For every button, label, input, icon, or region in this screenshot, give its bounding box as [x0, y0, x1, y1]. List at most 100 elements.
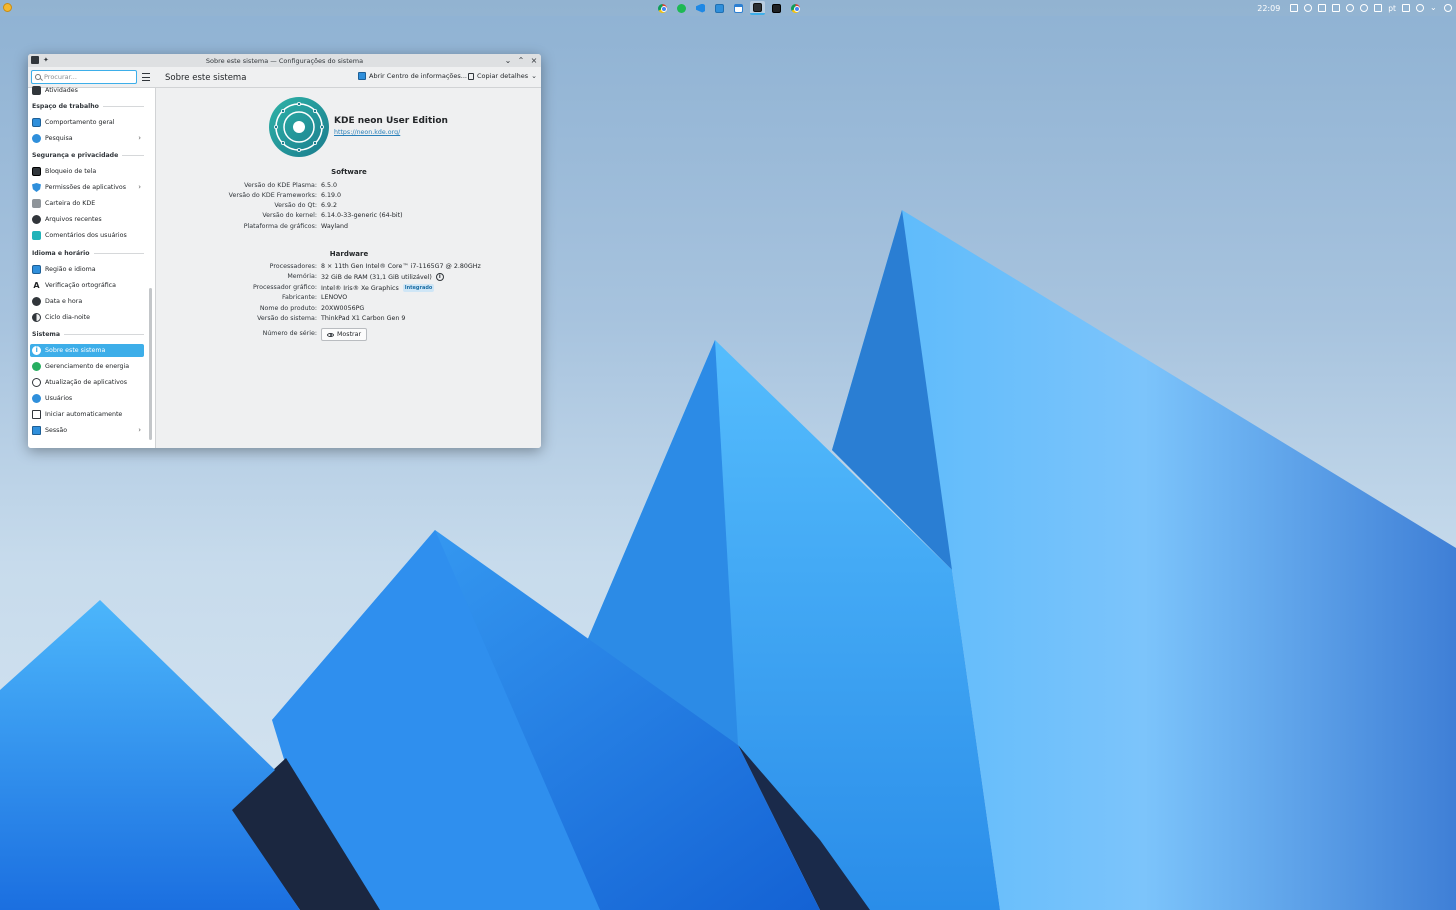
spell-check-icon: A [33, 281, 40, 290]
app-launcher-button[interactable] [3, 3, 13, 13]
sidebar-item-date-time[interactable]: Data e hora [30, 295, 144, 308]
copy-icon [468, 72, 474, 80]
distro-name: KDE neon User Edition [334, 116, 448, 126]
section-heading: Segurança e privacidade [32, 152, 119, 159]
window-titlebar[interactable]: ✦ Sobre este sistema — Configurações do … [28, 54, 541, 67]
task-vscode[interactable] [693, 1, 708, 15]
row-value: 8 × 11th Gen Intel® Core™ i7-1165G7 @ 2.… [321, 263, 481, 270]
sidebar-scrollbar[interactable] [149, 288, 152, 440]
terminal-icon [772, 3, 781, 13]
search-settings-icon [32, 134, 41, 143]
recent-files-icon [32, 215, 41, 224]
chevron-right-icon: › [138, 426, 141, 434]
close-button[interactable]: × [530, 55, 538, 65]
row-value: 6.9.2 [321, 202, 338, 209]
info-center-icon [358, 72, 366, 80]
sidebar-item-label: Usuários [45, 395, 73, 402]
sidebar-item-label: Bloqueio de tela [45, 168, 97, 175]
sidebar-item-app-permissions[interactable]: Permissões de aplicativos › [30, 181, 144, 194]
eye-icon [327, 332, 334, 337]
sidebar-item-recent-files[interactable]: Arquivos recentes [30, 213, 144, 226]
sidebar-item-label: Carteira do KDE [45, 200, 96, 207]
chevron-down-icon[interactable]: ⌄ [1430, 4, 1438, 12]
distro-url-link[interactable]: https://neon.kde.org/ [334, 129, 400, 136]
brightness-icon[interactable] [1360, 4, 1369, 12]
sidebar-item-spell-check[interactable]: A Verificação ortográfica [30, 279, 144, 292]
sidebar-item-label: Sessão [45, 427, 68, 434]
section-heading: Sistema [32, 331, 61, 338]
integrated-badge: Integrado [402, 284, 435, 292]
keyboard-layout[interactable]: pt [1388, 4, 1396, 13]
task-chrome-2[interactable] [788, 1, 803, 15]
sidebar-item-general-behavior[interactable]: Comportamento geral [30, 116, 144, 129]
kde-neon-logo [269, 97, 329, 157]
clipboard-icon[interactable] [1318, 4, 1327, 12]
sidebar-item-day-night-cycle[interactable]: Ciclo dia-noite [30, 311, 144, 324]
sidebar-item-about-system[interactable]: Sobre este sistema [30, 344, 144, 357]
battery-icon[interactable] [1332, 4, 1341, 12]
row-key: Versão do sistema: [257, 315, 317, 322]
sidebar-item-screen-lock[interactable]: Bloqueio de tela [30, 165, 144, 178]
sidebar-item-label: Arquivos recentes [45, 216, 102, 223]
sidebar-item-label: Ciclo dia-noite [45, 314, 91, 321]
copy-details-button[interactable]: Copiar detalhes ⌄ [468, 72, 537, 80]
task-system-settings[interactable] [750, 1, 765, 15]
task-window[interactable] [712, 1, 727, 15]
sidebar-item-autostart[interactable]: Iniciar automaticamente [30, 408, 144, 421]
window-title: Sobre este sistema — Configurações do si… [205, 56, 364, 65]
sidebar-item-user-feedback[interactable]: Comentários dos usuários [30, 229, 144, 242]
task-spotify[interactable] [674, 1, 689, 15]
pin-icon[interactable]: ✦ [43, 56, 49, 64]
sidebar-item-power-management[interactable]: Gerenciamento de energia [30, 360, 144, 373]
sidebar-item-session[interactable]: Sessão › [30, 424, 144, 437]
weather-icon[interactable] [1304, 4, 1313, 12]
day-night-icon [32, 313, 41, 322]
chevron-right-icon: › [138, 183, 141, 191]
open-info-center-label: Abrir Centro de informações... [369, 72, 467, 80]
wifi-icon[interactable] [1416, 4, 1424, 12]
volume-icon[interactable] [1402, 4, 1410, 12]
row-key: Versão do Qt: [274, 202, 317, 209]
sidebar: Atividades Espaço de trabalho Comportame… [28, 86, 156, 448]
open-info-center-button[interactable]: Abrir Centro de informações... [358, 72, 467, 80]
task-terminal[interactable] [769, 1, 784, 15]
sidebar-item-label: Sobre este sistema [45, 347, 106, 354]
task-chrome[interactable] [655, 1, 670, 15]
sidebar-item-activities[interactable]: Atividades [30, 84, 144, 97]
bluetooth-icon[interactable] [1346, 4, 1355, 12]
session-icon [32, 426, 41, 435]
hardware-heading: Hardware [329, 250, 369, 258]
sidebar-item-label: Atualização de aplicativos [45, 379, 127, 386]
minimize-button[interactable]: ⌄ [504, 55, 512, 65]
window-menu-icon[interactable] [31, 56, 39, 64]
row-processors: Processadores: 8 × 11th Gen Intel® Core™… [157, 263, 541, 273]
chrome-icon [658, 3, 667, 13]
sidebar-item-region-language[interactable]: Região e idioma [30, 263, 144, 276]
maximize-button[interactable]: ⌃ [517, 55, 525, 65]
display-icon[interactable] [1290, 4, 1299, 12]
sidebar-item-search[interactable]: Pesquisa › [30, 132, 144, 145]
sidebar-item-users[interactable]: Usuários [30, 392, 144, 405]
sidebar-item-kde-wallet[interactable]: Carteira do KDE [30, 197, 144, 210]
power-icon[interactable] [1444, 4, 1452, 12]
update-icon [32, 378, 41, 387]
copy-details-label: Copiar detalhes [477, 72, 529, 80]
task-calendar[interactable] [731, 1, 746, 15]
show-serial-button[interactable]: Mostrar [321, 328, 368, 341]
info-icon[interactable]: i [435, 273, 444, 281]
section-system: Sistema [32, 331, 144, 338]
hamburger-menu-button[interactable] [142, 73, 150, 81]
printer-icon[interactable] [1374, 4, 1383, 12]
search-field[interactable] [31, 70, 137, 84]
row-key: Processadores: [269, 263, 317, 270]
sidebar-item-app-updates[interactable]: Atualização de aplicativos [30, 376, 144, 389]
section-security: Segurança e privacidade [32, 152, 144, 159]
shield-icon [32, 183, 41, 192]
row-value: LENOVO [321, 294, 348, 301]
row-value: 6.14.0-33-generic (64-bit) [321, 212, 403, 219]
clock[interactable]: 22:09 [1257, 4, 1280, 13]
search-input[interactable] [44, 73, 134, 81]
calendar-icon [734, 3, 743, 13]
users-icon [32, 394, 41, 403]
info-icon [32, 346, 41, 355]
